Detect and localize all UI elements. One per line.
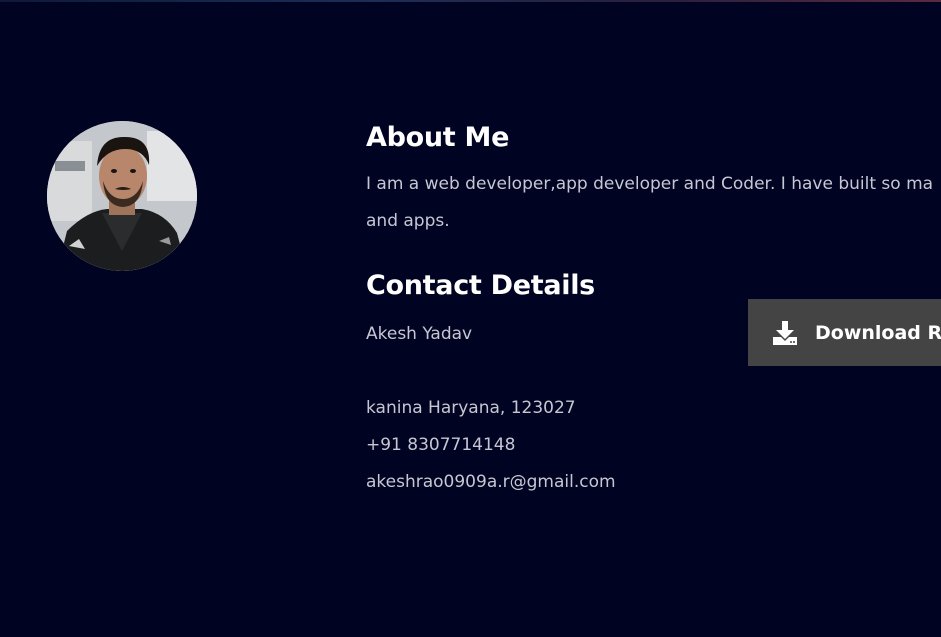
profile-photo-icon	[47, 121, 197, 271]
download-label: Download Re	[815, 321, 941, 344]
download-resume-button[interactable]: Download Re	[748, 299, 941, 366]
contact-address: kanina Haryana, 123027	[366, 398, 576, 418]
about-text-line-1: I am a web developer,app developer and C…	[366, 174, 934, 194]
top-accent-line	[0, 0, 941, 2]
about-heading: About Me	[366, 122, 510, 153]
contact-phone: +91 8307714148	[366, 435, 516, 455]
about-text-line-2: and apps.	[366, 211, 450, 231]
download-icon	[772, 320, 798, 346]
avatar	[47, 121, 197, 271]
about-description: I am a web developer,app developer and C…	[366, 166, 941, 240]
contact-email: akeshrao0909a.r@gmail.com	[366, 472, 616, 492]
